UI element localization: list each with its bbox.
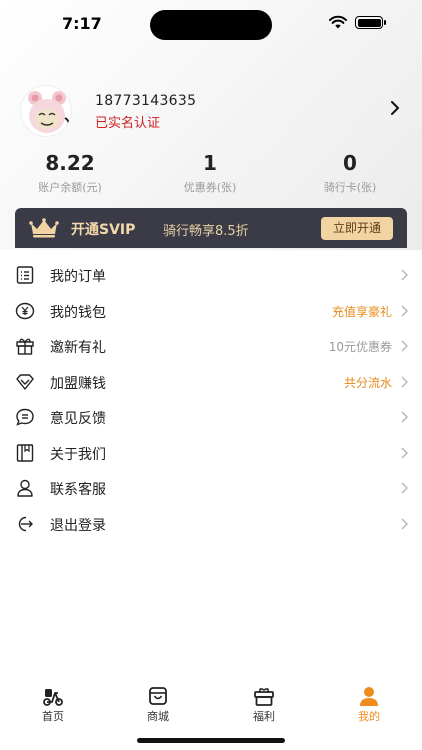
menu-promo-text: 共分流水 [343, 375, 392, 390]
svip-subtitle: 骑行畅享8.5折 [163, 224, 249, 239]
menu-list: 我的订单 我的钱包 充值享豪礼 邀新有礼 10元优惠券 加盟赚钱 共分流水 意见… [0, 257, 422, 541]
tab-home[interactable]: 首页 [13, 680, 93, 724]
profile-card[interactable]: 18773143635 已实名认证 [20, 85, 410, 137]
menu-label: 我的订单 [50, 269, 106, 285]
status-time: 7:17 [62, 14, 102, 33]
menu-item-logout[interactable]: 退出登录 [0, 506, 422, 542]
avatar[interactable] [20, 85, 72, 137]
book-icon [16, 443, 34, 462]
dynamic-island [150, 10, 272, 40]
account-stats: 8.22 账户余额(元) 1 优惠券(张) 0 骑行卡(张) [0, 150, 422, 195]
chat-bubble-icon [16, 408, 34, 426]
chevron-right-icon [401, 305, 408, 316]
chevron-right-icon [401, 447, 408, 458]
stat-value: 0 [343, 151, 357, 175]
menu-item-feedback[interactable]: 意见反馈 [0, 399, 422, 435]
stat-balance[interactable]: 8.22 账户余额(元) [0, 150, 140, 195]
stat-value: 8.22 [45, 151, 95, 175]
wallet-yen-icon [15, 302, 35, 319]
menu-label: 退出登录 [50, 517, 106, 534]
logout-icon [18, 516, 33, 531]
battery-icon [355, 16, 386, 29]
menu-promo-text: 充值享豪礼 [331, 304, 392, 319]
tab-label: 首页 [42, 710, 64, 723]
gift-box-icon [16, 338, 34, 355]
menu-label: 加盟赚钱 [50, 375, 106, 392]
chevron-right-icon [401, 340, 408, 352]
verified-status: 已实名认证 [95, 116, 161, 131]
svip-banner[interactable]: 开通SVIP 骑行畅享8.5折 立即开通 [15, 208, 407, 248]
chevron-right-icon [401, 376, 408, 387]
chevron-right-icon [401, 518, 408, 529]
svip-title: 开通SVIP [71, 222, 136, 238]
user-icon [17, 479, 33, 497]
menu-item-customer-service[interactable]: 联系客服 [0, 470, 422, 506]
chevron-right-icon [401, 411, 408, 423]
stat-value: 1 [203, 151, 217, 175]
stat-coupons[interactable]: 1 优惠券(张) [140, 150, 280, 195]
open-svip-button[interactable]: 立即开通 [321, 217, 393, 240]
status-bar: 7:17 [0, 0, 422, 46]
menu-item-franchise[interactable]: 加盟赚钱 共分流水 [0, 364, 422, 400]
shopping-bag-icon [149, 687, 167, 705]
menu-item-wallet[interactable]: 我的钱包 充值享豪礼 [0, 293, 422, 329]
home-indicator [137, 738, 285, 743]
menu-label: 我的钱包 [50, 304, 106, 321]
stat-ride-cards[interactable]: 0 骑行卡(张) [280, 150, 420, 195]
menu-item-orders[interactable]: 我的订单 [0, 257, 422, 293]
chevron-right-icon [401, 482, 408, 494]
chevron-right-icon[interactable] [390, 101, 400, 115]
tab-welfare[interactable]: 福利 [224, 680, 304, 724]
stat-label: 优惠券(张) [183, 181, 237, 194]
menu-promo-text: 10元优惠券 [328, 340, 392, 354]
chevron-right-icon [401, 269, 408, 281]
crown-icon [29, 218, 59, 238]
stat-label: 账户余额(元) [38, 181, 102, 194]
wifi-icon [329, 15, 347, 29]
user-phone: 18773143635 [95, 93, 197, 109]
menu-label: 联系客服 [50, 482, 106, 498]
stat-label: 骑行卡(张) [323, 181, 377, 194]
menu-label: 邀新有礼 [50, 340, 106, 356]
tab-label: 商城 [147, 710, 169, 723]
menu-item-about[interactable]: 关于我们 [0, 435, 422, 471]
tab-label: 我的 [358, 710, 380, 723]
menu-label: 关于我们 [50, 446, 106, 463]
menu-item-invite[interactable]: 邀新有礼 10元优惠券 [0, 328, 422, 364]
diamond-icon [16, 373, 34, 390]
tab-mine[interactable]: 我的 [329, 680, 409, 724]
person-icon [360, 687, 378, 706]
scooter-icon [43, 689, 63, 706]
bottom-tab-bar: 首页 商城 福利 我的 [0, 680, 422, 730]
menu-label: 意见反馈 [50, 411, 106, 427]
order-list-icon [16, 266, 34, 284]
tab-label: 福利 [253, 710, 275, 723]
gift-icon [254, 688, 274, 706]
avatar-image [28, 91, 70, 133]
tab-mall[interactable]: 商城 [118, 680, 198, 724]
